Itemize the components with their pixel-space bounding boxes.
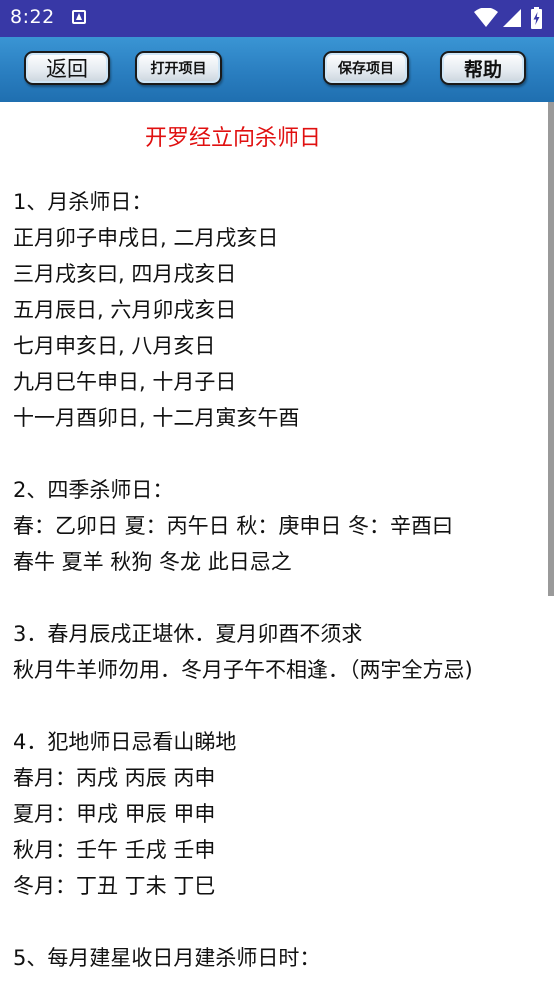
save-project-button[interactable]: 保存项目 (323, 51, 409, 85)
battery-charging-icon (531, 7, 542, 29)
document-view[interactable]: 开罗经立向杀师日 1、月杀师日： 正月卯子申戌日, 二月戌亥日 三月戌亥曰, 四… (0, 102, 548, 984)
text-line: 1、月杀师日： (13, 190, 153, 214)
text-line: 2、四季杀师日： (13, 478, 174, 502)
section-3: 3．春月辰戌正堪休．夏月卯酉不须求 秋月牛羊师勿用．冬月子午不相逢．（两宇全方忌… (13, 616, 533, 688)
document-body: 1、月杀师日： 正月卯子申戌日, 二月戌亥日 三月戌亥曰, 四月戌亥日 五月辰日… (13, 184, 533, 984)
document-title: 开罗经立向杀师日 (144, 126, 321, 151)
text-line: 五月辰日, 六月卯戌亥日 (13, 298, 237, 322)
toolbar: 返回 打开项目 保存项目 帮助 (0, 37, 554, 102)
status-time: 8:22 (10, 6, 55, 28)
text-line: 春：乙卯日 夏：丙午日 秋：庚申日 冬：辛酉曰 (13, 514, 454, 538)
text-line: 秋月：壬午 壬戌 壬申 (13, 838, 216, 862)
text-line: 春月：丙戌 丙辰 丙申 (13, 766, 216, 790)
text-line: 冬月：丁丑 丁未 丁巳 (13, 874, 216, 898)
wifi-icon (474, 8, 498, 27)
text-line: 5、每月建星收日月建杀师日时： (13, 946, 321, 970)
text-line: 九月巳午申日, 十月子日 (13, 370, 237, 394)
section-2: 2、四季杀师日： 春：乙卯日 夏：丙午日 秋：庚申日 冬：辛酉曰 春牛 夏羊 秋… (13, 472, 533, 580)
notification-icon (72, 10, 86, 24)
text-line: 3．春月辰戌正堪休．夏月卯酉不须求 (13, 622, 363, 646)
section-5: 5、每月建星收日月建杀师日时： (13, 940, 533, 976)
text-line: 三月戌亥曰, 四月戌亥日 (13, 262, 237, 286)
signal-icon (503, 9, 521, 27)
section-1: 1、月杀师日： 正月卯子申戌日, 二月戌亥日 三月戌亥曰, 四月戌亥日 五月辰日… (13, 184, 533, 436)
section-4: 4．犯地师日忌看山睇地 春月：丙戌 丙辰 丙申 夏月：甲戌 甲辰 甲申 秋月：壬… (13, 724, 533, 904)
status-bar: 8:22 (0, 0, 554, 37)
open-project-button[interactable]: 打开项目 (135, 51, 222, 85)
text-line: 春牛 夏羊 秋狗 冬龙 此日忌之 (13, 550, 292, 574)
text-line: 正月卯子申戌日, 二月戌亥日 (13, 226, 279, 250)
text-line: 七月申亥日, 八月亥日 (13, 334, 216, 358)
text-line: 秋月牛羊师勿用．冬月子午不相逢．（两宇全方忌) (13, 658, 473, 682)
scrollbar[interactable] (548, 102, 554, 596)
back-button[interactable]: 返回 (24, 51, 110, 85)
text-line: 4．犯地师日忌看山睇地 (13, 730, 237, 754)
help-button[interactable]: 帮助 (440, 51, 526, 85)
text-line: 十一月酉卯日, 十二月寅亥午酉 (13, 406, 300, 430)
text-line: 夏月：甲戌 甲辰 甲申 (13, 802, 216, 826)
